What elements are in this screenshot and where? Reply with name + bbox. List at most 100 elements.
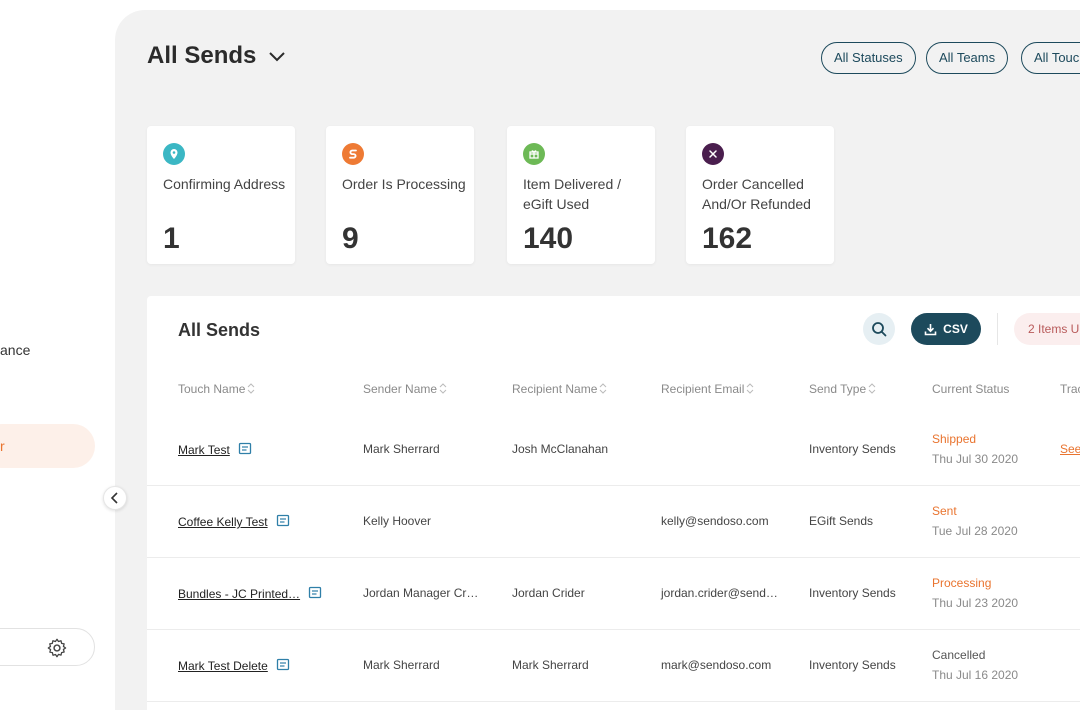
note-icon[interactable] (276, 514, 290, 528)
column-header-recipient-email[interactable]: Recipient Email (661, 382, 754, 396)
send-type-cell: Inventory Sends (809, 658, 896, 672)
note-icon[interactable] (238, 442, 252, 456)
column-header-label: Recipient Email (661, 382, 745, 396)
sendoso-logo-icon (342, 143, 364, 165)
recipient-email-cell: kelly@sendoso.com (661, 514, 769, 528)
status-date: Thu Jul 30 2020 (932, 452, 1019, 466)
download-icon (924, 323, 937, 335)
unread-items-button[interactable]: 2 Items Unread (1014, 313, 1080, 345)
column-header-label: Touch Name (178, 382, 246, 396)
status-text: Shipped (932, 432, 977, 446)
touch-name-cell[interactable]: Coffee Kelly Test (178, 514, 290, 529)
send-type-cell: Inventory Sends (809, 442, 896, 456)
csv-download-button[interactable]: CSV (911, 313, 981, 345)
sort-icon (439, 383, 447, 394)
send-type-cell: EGift Sends (809, 514, 874, 528)
touch-name-cell[interactable]: Mark Test (178, 442, 252, 457)
column-header-send-type[interactable]: Send Type (809, 382, 876, 396)
column-header-label: Send Type (809, 382, 867, 396)
toolbar-divider (997, 313, 998, 345)
status-date: Tue Jul 28 2020 (932, 524, 1018, 538)
filter-all-touches[interactable]: All Touches (1021, 42, 1080, 74)
sort-icon (747, 383, 754, 394)
status-text: Cancelled (932, 648, 986, 662)
recipient-email-cell: jordan.crider@send… (661, 586, 778, 600)
location-pin-icon (163, 143, 185, 165)
column-header-label: Current Status (932, 382, 1010, 396)
page-title-text: All Sends (147, 42, 257, 69)
column-header-label: Tracking (1060, 382, 1080, 396)
chevron-down-icon (269, 52, 286, 62)
table-row[interactable]: Mark Test Delete Mark Sherrard Mark Sher… (147, 630, 1080, 702)
sort-icon (248, 383, 255, 394)
sidebar-item-active-label: r (0, 438, 5, 454)
settings-pill[interactable] (0, 628, 95, 666)
search-icon (872, 322, 887, 337)
recipient-name-cell: Josh McClanahan (512, 442, 609, 456)
collapse-sidebar-button[interactable] (103, 486, 127, 510)
status-cell: Sent Tue Jul 28 2020 (932, 504, 1018, 538)
sender-name-cell: Mark Sherrard (363, 442, 440, 456)
stat-value: 1 (163, 222, 180, 255)
sender-name-cell: Kelly Hoover (363, 514, 432, 528)
gift-icon (523, 143, 545, 165)
stat-card-order-processing[interactable]: Order Is Processing 9 (326, 126, 474, 264)
status-cell: Cancelled Thu Jul 16 2020 (932, 648, 1018, 682)
filter-all-teams[interactable]: All Teams (926, 42, 1009, 74)
sidebar-item-active[interactable]: r (0, 424, 95, 468)
close-icon (702, 143, 724, 165)
sender-name-cell: Mark Sherrard (363, 658, 440, 672)
csv-label: CSV (943, 322, 968, 336)
touch-name-link[interactable]: Coffee Kelly Test (178, 515, 268, 529)
tracking-link[interactable]: See (1060, 442, 1080, 456)
stat-label: Item Delivered / eGift Used (523, 176, 622, 212)
touch-name-link[interactable]: Mark Test Delete (178, 659, 268, 673)
stat-label: Confirming Address (163, 176, 286, 192)
status-text: Sent (932, 504, 957, 518)
column-header-tracking[interactable]: Tracking (1060, 382, 1080, 396)
column-header-sender-name[interactable]: Sender Name (363, 382, 447, 396)
touch-name-link[interactable]: Bundles - JC Printed… (178, 587, 300, 601)
sort-icon (868, 383, 876, 394)
touch-name-link[interactable]: Mark Test (178, 443, 230, 457)
status-date: Thu Jul 23 2020 (932, 596, 1019, 610)
note-icon[interactable] (308, 586, 322, 600)
stat-value: 162 (702, 222, 753, 255)
table-row[interactable]: Coffee Kelly Test Kelly Hoover kelly@sen… (147, 486, 1080, 558)
touch-name-cell[interactable]: Bundles - JC Printed… (178, 586, 322, 601)
sender-name-cell: Jordan Manager Cr… (363, 586, 479, 600)
table-row[interactable]: Mark Test Mark Sherrard Josh McClanahan … (147, 414, 1080, 486)
stat-card-confirming-address[interactable]: Confirming Address 1 (147, 126, 295, 264)
table-row[interactable]: Bundles - JC Printed… Jordan Manager Cr…… (147, 558, 1080, 630)
column-header-recipient-name[interactable]: Recipient Name (512, 382, 607, 396)
stat-value: 140 (523, 222, 574, 255)
column-header-touch-name[interactable]: Touch Name (178, 382, 255, 396)
column-header-current-status[interactable]: Current Status (932, 382, 1009, 396)
status-date: Thu Jul 16 2020 (932, 668, 1019, 682)
status-cell: Shipped Thu Jul 30 2020 (932, 432, 1018, 466)
sends-table-card: All Sends CSV 2 Items Unread Touch Name … (147, 296, 1080, 710)
stat-card-item-delivered[interactable]: Item Delivered / eGift Used 140 (507, 126, 655, 264)
stat-value: 9 (342, 222, 359, 255)
send-type-cell: Inventory Sends (809, 586, 896, 600)
chevron-left-icon (110, 492, 118, 504)
column-header-label: Recipient Name (512, 382, 598, 396)
touch-name-cell[interactable]: Mark Test Delete (178, 658, 290, 673)
column-header-label: Sender Name (363, 382, 438, 396)
tracking-cell[interactable]: See (1060, 442, 1080, 456)
recipient-email-cell: mark@sendoso.com (661, 658, 772, 672)
stat-label: Order Cancelled And/Or Refunded (702, 176, 811, 212)
recipient-name-cell: Mark Sherrard (512, 658, 589, 672)
gear-icon[interactable] (46, 637, 68, 659)
main-panel: All Sends All Statuses All Teams All Tou… (115, 10, 1080, 710)
table-title: All Sends (178, 320, 261, 340)
stat-card-order-cancelled[interactable]: Order Cancelled And/Or Refunded 162 (686, 126, 834, 264)
filter-all-statuses[interactable]: All Statuses (821, 42, 916, 74)
stat-label: Order Is Processing (342, 176, 466, 192)
page-title[interactable]: All Sends (147, 42, 286, 70)
note-icon[interactable] (276, 658, 290, 672)
status-text: Processing (932, 576, 992, 590)
status-cell: Processing Thu Jul 23 2020 (932, 576, 1018, 610)
sidebar-item-label[interactable]: ance (0, 342, 30, 358)
search-button[interactable] (863, 313, 895, 345)
